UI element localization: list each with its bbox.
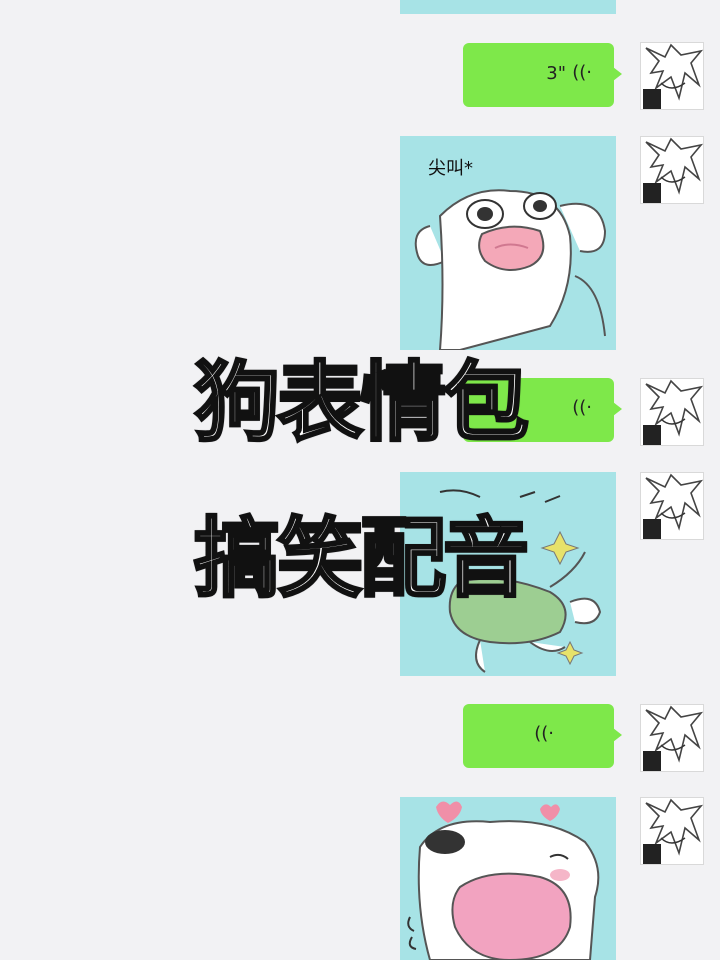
sticker-message-screaming[interactable]: 尖叫* bbox=[400, 136, 616, 350]
voice-message-1[interactable]: 3" ((· bbox=[463, 43, 622, 107]
voice-message-3[interactable]: ((· bbox=[463, 704, 622, 768]
avatar[interactable] bbox=[640, 42, 704, 110]
licking-dog-illustration bbox=[407, 801, 600, 960]
chat-window: 3" ((· 尖叫* ((· ((· bbox=[0, 0, 720, 960]
voice-wave-icon: ((· bbox=[534, 723, 554, 744]
voice-wave-icon: ((· bbox=[572, 62, 592, 83]
overlay-title-line1: 狗表情包 bbox=[193, 352, 531, 455]
sticker-caption: 尖叫* bbox=[428, 158, 473, 179]
voice-duration: 3" bbox=[546, 63, 566, 84]
avatar[interactable] bbox=[640, 136, 704, 204]
sticker-message-licking[interactable] bbox=[400, 797, 616, 960]
overlay-title-line2: 搞笑配音 bbox=[193, 508, 531, 611]
avatar[interactable] bbox=[640, 797, 704, 865]
sticker-message-top[interactable] bbox=[400, 0, 616, 14]
avatar[interactable] bbox=[640, 704, 704, 772]
